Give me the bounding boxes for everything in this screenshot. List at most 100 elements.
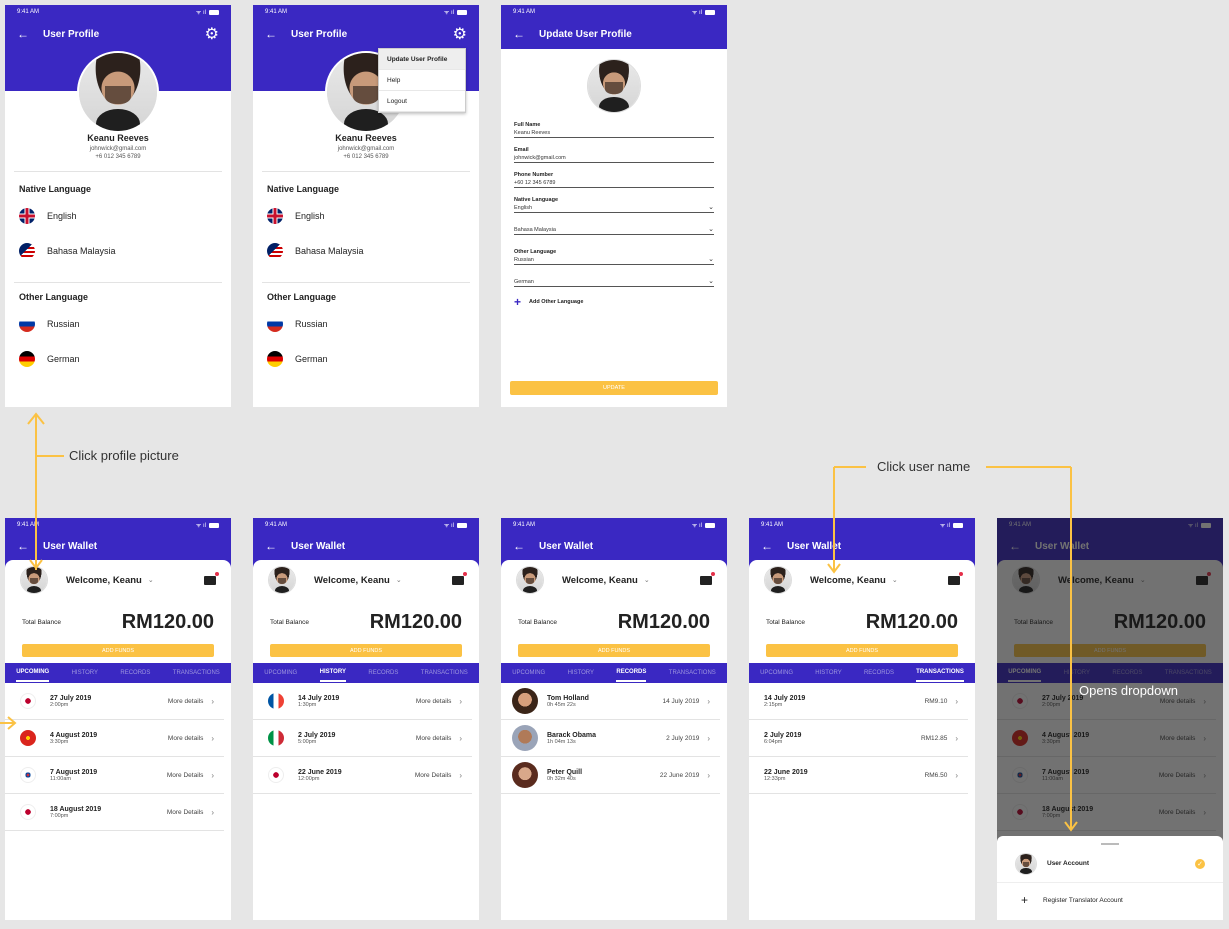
app-bar: ← User Profile ⚙: [5, 19, 231, 49]
chevron-right-icon: ›: [459, 770, 462, 780]
mail-icon[interactable]: [700, 571, 715, 585]
profile-picture[interactable]: [77, 51, 159, 133]
more-details-link[interactable]: More details: [168, 698, 203, 705]
list-item[interactable]: Barack Obama 1h 04m 13s 2 July 2019 ›: [501, 720, 720, 757]
back-arrow-icon[interactable]: ←: [761, 539, 773, 553]
welcome-row[interactable]: Welcome, Keanu ⌄: [501, 560, 727, 600]
add-funds-button[interactable]: ADD FUNDS: [766, 644, 958, 657]
welcome-name[interactable]: Welcome, Keanu: [66, 575, 142, 586]
chevron-right-icon: ›: [707, 770, 710, 780]
list-item[interactable]: 2 July 2019 5:00pm More details ›: [253, 720, 472, 757]
email-field[interactable]: johnwick@gmail.com: [514, 153, 714, 163]
register-translator-option[interactable]: + Register Translator Account: [997, 883, 1223, 917]
tab-transactions[interactable]: TRANSACTIONS: [173, 665, 220, 681]
add-other-language-button[interactable]: + Add Other Language: [514, 296, 714, 308]
tab-records[interactable]: RECORDS: [120, 665, 150, 681]
list-item[interactable]: Peter Quill 0h 32m 40s 22 June 2019 ›: [501, 757, 720, 794]
list-item[interactable]: 27 July 20192:00pm More details ›: [5, 683, 224, 720]
list-item[interactable]: 2 July 2019 6:04pm RM12.85 ›: [749, 720, 968, 757]
tab-upcoming[interactable]: UPCOMING: [512, 665, 545, 681]
tab-transactions[interactable]: TRANSACTIONS: [669, 665, 716, 681]
more-details-link[interactable]: More details: [416, 735, 451, 742]
tab-upcoming[interactable]: UPCOMING: [264, 665, 297, 681]
menu-item-logout[interactable]: Logout: [379, 91, 465, 112]
language-row: Russian: [5, 306, 231, 341]
signal-icon: ᯤ ıl: [195, 523, 206, 529]
native-language-title: Native Language: [267, 184, 340, 194]
menu-item-update-profile[interactable]: Update User Profile: [379, 49, 465, 70]
more-details-link[interactable]: More Details: [415, 772, 451, 779]
profile-picture[interactable]: [587, 59, 641, 113]
list-item[interactable]: Tom Holland 0h 45m 22s 14 July 2019 ›: [501, 683, 720, 720]
canvas: { "status": {"time": "9:41 AM", "time_cl…: [0, 0, 1229, 929]
list-item[interactable]: 14 July 2019 1:30pm More details ›: [253, 683, 472, 720]
mail-icon[interactable]: [452, 571, 467, 585]
menu-item-help[interactable]: Help: [379, 70, 465, 91]
native-language-select[interactable]: Bahasa Malaysia ⌄: [514, 225, 714, 235]
history-list: 14 July 2019 1:30pm More details › 2 July 2…: [253, 683, 479, 794]
tab-history[interactable]: HISTORY: [72, 665, 98, 681]
avatar[interactable]: [764, 566, 792, 594]
list-item[interactable]: 22 June 2019 12:33pm RM6.50 ›: [749, 757, 968, 794]
tab-records[interactable]: RECORDS: [616, 664, 647, 682]
tab-records[interactable]: RECORDS: [368, 665, 398, 681]
list-item[interactable]: 7 August 201911:00am More Details ›: [5, 757, 224, 794]
tab-records[interactable]: RECORDS: [864, 665, 894, 681]
item-time: 11:00am: [50, 775, 71, 782]
wallet-tabs: UPCOMING HISTORY RECORDS TRANSACTIONS: [253, 663, 479, 683]
add-funds-button[interactable]: ADD FUNDS: [22, 644, 214, 657]
more-details-link[interactable]: More Details: [167, 809, 203, 816]
list-item[interactable]: 22 June 2019 12:00pm More Details ›: [253, 757, 472, 794]
account-option[interactable]: User Account ✓: [997, 845, 1223, 883]
tab-transactions[interactable]: TRANSACTIONS: [916, 664, 964, 682]
back-arrow-icon[interactable]: ←: [265, 27, 277, 41]
tab-history[interactable]: HISTORY: [815, 665, 841, 681]
mail-icon[interactable]: [204, 571, 219, 585]
divider: [14, 282, 222, 283]
avatar[interactable]: [20, 566, 48, 594]
avatar[interactable]: [516, 566, 544, 594]
system-icons: ᯤ ıl: [444, 8, 467, 16]
list-item[interactable]: 14 July 2019 2:15pm RM9.10 ›: [749, 683, 968, 720]
tab-upcoming[interactable]: UPCOMING: [760, 665, 793, 681]
wallet-card: Welcome, Keanu ⌄: [253, 560, 479, 600]
tab-history[interactable]: HISTORY: [568, 665, 594, 681]
balance-row: Total Balance RM120.00: [749, 600, 975, 644]
other-language-select[interactable]: German ⌄: [514, 277, 714, 287]
transaction-amount: RM12.85: [920, 734, 948, 742]
back-arrow-icon[interactable]: ←: [17, 27, 29, 41]
tab-upcoming[interactable]: UPCOMING: [16, 664, 50, 682]
more-details-link[interactable]: More Details: [167, 772, 203, 779]
transaction-amount: RM6.50: [924, 771, 948, 779]
list-item[interactable]: 4 August 20193:30pm More details ›: [5, 720, 224, 757]
back-arrow-icon[interactable]: ←: [513, 27, 525, 41]
full-name-field[interactable]: Keanu Reeves: [514, 128, 714, 138]
back-arrow-icon[interactable]: ←: [265, 539, 277, 553]
update-button[interactable]: UPDATE: [510, 381, 718, 395]
add-funds-button[interactable]: ADD FUNDS: [518, 644, 710, 657]
more-details-link[interactable]: More details: [168, 735, 203, 742]
back-arrow-icon[interactable]: ←: [513, 539, 525, 553]
welcome-row[interactable]: Welcome, Keanu ⌄: [5, 560, 231, 600]
more-details-link[interactable]: More details: [416, 698, 451, 705]
back-arrow-icon[interactable]: ←: [17, 539, 29, 553]
list-item[interactable]: 18 August 20197:00pm More Details ›: [5, 794, 224, 831]
gear-icon[interactable]: ⚙: [205, 24, 219, 44]
language-label: Bahasa Malaysia: [47, 245, 116, 256]
mail-icon[interactable]: [948, 571, 963, 585]
add-funds-button[interactable]: ADD FUNDS: [270, 644, 462, 657]
welcome-name[interactable]: Welcome, Keanu: [314, 575, 390, 586]
welcome-row[interactable]: Welcome, Keanu ⌄: [749, 560, 975, 600]
welcome-name[interactable]: Welcome, Keanu: [562, 575, 638, 586]
native-language-select[interactable]: English ⌄: [514, 203, 714, 213]
gear-icon[interactable]: ⚙: [453, 24, 467, 44]
other-language-select[interactable]: Russian ⌄: [514, 255, 714, 265]
tab-history[interactable]: HISTORY: [319, 664, 346, 682]
welcome-name[interactable]: Welcome, Keanu: [810, 575, 886, 586]
phone-field[interactable]: +60 12 345 6789: [514, 178, 714, 188]
chevron-right-icon: ›: [211, 770, 214, 780]
welcome-row[interactable]: Welcome, Keanu ⌄: [253, 560, 479, 600]
tab-transactions[interactable]: TRANSACTIONS: [421, 665, 468, 681]
balance-row: Total Balance RM120.00: [5, 600, 231, 644]
avatar[interactable]: [268, 566, 296, 594]
